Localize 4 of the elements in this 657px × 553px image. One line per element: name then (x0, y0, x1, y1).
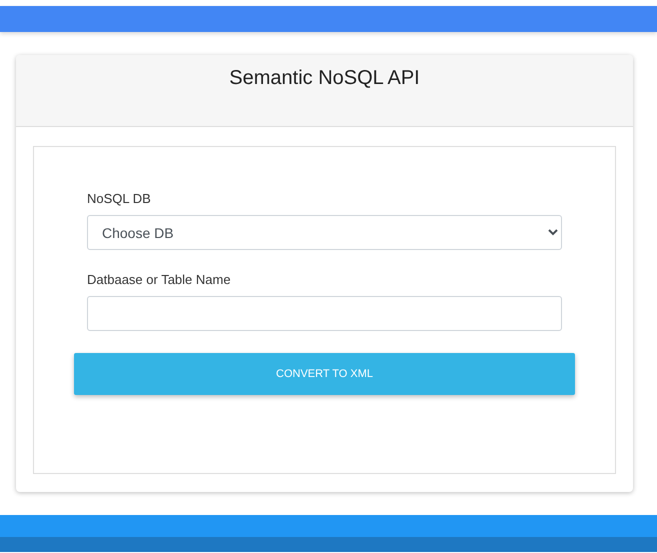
field-label: Datbaase or Table Name (87, 272, 232, 287)
field-label: NoSQL DB (87, 191, 152, 206)
card-title: Semantic NoSQL API (229, 67, 420, 90)
db-select[interactable]: Choose DB (87, 215, 562, 250)
